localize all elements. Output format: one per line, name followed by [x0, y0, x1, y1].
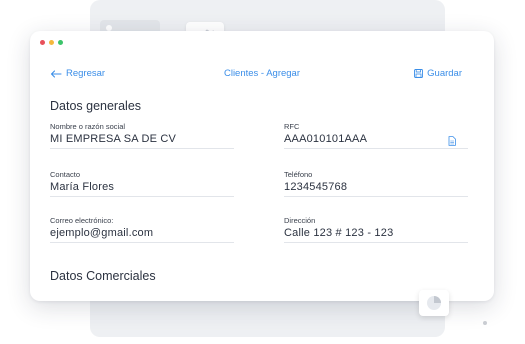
phone-field-label: Teléfono: [284, 170, 313, 179]
back-button-label: Regresar: [66, 68, 106, 79]
address-field-underline: [284, 242, 468, 243]
contact-field-underline: [50, 196, 234, 197]
pie-chart-icon: [427, 296, 441, 310]
save-button-label: Guardar: [427, 68, 462, 79]
rfc-field[interactable]: RFC AAA010101AAA: [284, 122, 468, 149]
section-title-commercial: Datos Comerciales: [50, 269, 156, 283]
name-field-underline: [50, 148, 234, 149]
arrow-left-icon: [50, 69, 62, 78]
rfc-field-value[interactable]: AAA010101AAA: [284, 132, 468, 146]
decorative-dot: [483, 321, 487, 325]
minimize-window-button[interactable]: [49, 40, 54, 45]
section-title-general: Datos generales: [50, 99, 142, 113]
floppy-disk-icon: [414, 69, 424, 78]
address-field-label: Dirección: [284, 216, 316, 225]
contact-field-label: Contacto: [50, 170, 81, 179]
back-button[interactable]: Regresar: [50, 68, 105, 79]
window-controls: [40, 40, 63, 45]
email-field[interactable]: Correo electrónico: ejemplo@gmail.com: [50, 216, 234, 243]
address-field-value[interactable]: Calle 123 # 123 - 123: [284, 226, 468, 240]
address-field[interactable]: Dirección Calle 123 # 123 - 123: [284, 216, 468, 243]
email-field-underline: [50, 242, 234, 243]
close-window-button[interactable]: [40, 40, 45, 45]
phone-field[interactable]: Teléfono 1234545768: [284, 170, 468, 197]
document-icon[interactable]: [448, 136, 456, 146]
phone-field-underline: [284, 196, 468, 197]
toolbar: Clientes - Agregar Regresar Guardar: [30, 68, 494, 84]
maximize-window-button[interactable]: [58, 40, 63, 45]
rfc-field-label: RFC: [284, 122, 300, 131]
rfc-field-underline: [284, 148, 468, 149]
email-field-label: Correo electrónico:: [50, 216, 114, 225]
name-field[interactable]: Nombre o razón social MI EMPRESA SA DE C…: [50, 122, 234, 149]
phone-field-value[interactable]: 1234545768: [284, 180, 468, 194]
name-field-value[interactable]: MI EMPRESA SA DE CV: [50, 132, 234, 146]
app-window: Clientes - Agregar Regresar Guardar Dato…: [30, 31, 494, 301]
save-button[interactable]: Guardar: [414, 68, 462, 79]
email-field-value[interactable]: ejemplo@gmail.com: [50, 226, 234, 240]
chart-chip: [419, 290, 449, 316]
contact-field-value[interactable]: María Flores: [50, 180, 234, 194]
name-field-label: Nombre o razón social: [50, 122, 126, 131]
contact-field[interactable]: Contacto María Flores: [50, 170, 234, 197]
